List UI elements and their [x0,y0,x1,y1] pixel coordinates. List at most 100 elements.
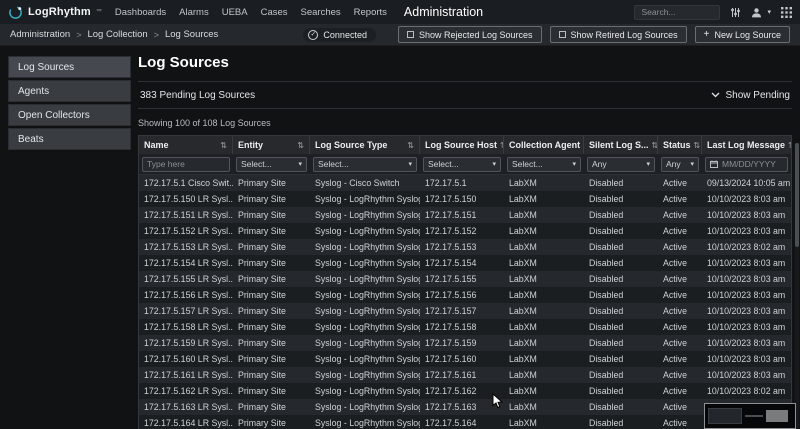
sidebar-item-beats[interactable]: Beats [8,128,131,150]
column-header-name[interactable]: Name ⇅ [139,136,233,154]
table-row[interactable]: 172.17.5.162 LR Sysl...Primary SiteSyslo… [139,383,791,399]
column-header-status[interactable]: Status⇅ [658,136,702,154]
scrollbar-thumb[interactable] [795,143,799,247]
table-row[interactable]: 172.17.5.161 LR Sysl...Primary SiteSyslo… [139,367,791,383]
cell-name: 172.17.5.156 LR Sysl... [139,290,233,300]
cell-silent: Disabled [584,258,658,268]
column-label: Last Log Message [707,140,785,150]
table-row[interactable]: 172.17.5.152 LR Sysl...Primary SiteSyslo… [139,223,791,239]
caret-down-icon: ▾ [767,8,771,16]
sort-icon[interactable]: ⇅ [220,141,227,150]
app-grid-icon[interactable] [781,7,792,18]
collection-agent-filter-select[interactable]: Select...▾ [507,157,581,172]
column-header-last-log-message[interactable]: Last Log Message⇅ [702,136,791,154]
entity-filter-select[interactable]: Select...▾ [236,157,307,172]
column-label: Collection Agent [509,140,580,150]
brand[interactable]: LogRhythm ™ [8,5,102,20]
cell-status: Active [658,402,702,412]
sort-icon[interactable]: ⇅ [788,141,791,150]
search-input[interactable] [634,5,720,20]
nav-item-cases[interactable]: Cases [261,7,288,18]
check-icon: ✓ [308,30,318,40]
cell-name: 172.17.5.153 LR Sysl... [139,242,233,252]
new-log-source-button[interactable]: + New Log Source [695,26,790,43]
table-row[interactable]: 172.17.5.154 LR Sysl...Primary SiteSyslo… [139,255,791,271]
cell-silent: Disabled [584,290,658,300]
cell-last: 10/10/2023 8:03 am [702,370,791,380]
log-source-type-filter-select[interactable]: Select...▾ [313,157,417,172]
page-title: Log Sources [138,54,792,71]
cell-agent: LabXM [504,386,584,396]
column-label: Name [144,140,169,150]
cell-host: 172.17.5.150 [420,194,504,204]
sort-icon[interactable]: ⇅ [297,141,304,150]
column-header-collection-agent[interactable]: Collection Agent⇅ [504,136,584,154]
column-header-log-source-host[interactable]: Log Source Host⇅ [420,136,504,154]
table-row[interactable]: 172.17.5.1 Cisco Swit...Primary SiteSysl… [139,175,791,191]
nav-item-reports[interactable]: Reports [354,7,387,18]
table-row[interactable]: 172.17.5.156 LR Sysl...Primary SiteSyslo… [139,287,791,303]
date-placeholder: MM/DD/YYYY [722,159,776,169]
sidebar-item-open-collectors[interactable]: Open Collectors [8,104,131,126]
cell-entity: Primary Site [233,226,310,236]
sort-icon[interactable]: ⇅ [694,141,701,150]
nav-item-searches[interactable]: Searches [301,7,341,18]
show-pending-toggle[interactable]: Show Pending [711,90,791,101]
sliders-icon[interactable] [730,7,741,18]
calendar-icon [710,160,718,168]
log-source-host-filter-select[interactable]: Select...▾ [423,157,501,172]
show-retired-log-sources-button[interactable]: Show Retired Log Sources [550,26,687,43]
breadcrumb-administration[interactable]: Administration [10,29,70,40]
cell-type: Syslog - LogRhythm Syslog Ge... [310,386,420,396]
brand-trademark: ™ [96,9,102,15]
column-header-log-source-type[interactable]: Log Source Type⇅ [310,136,420,154]
sidebar-item-log-sources[interactable]: Log Sources [8,56,131,78]
table-row[interactable]: 172.17.5.164 LR Sysl...Primary SiteSyslo… [139,415,791,429]
caret-down-icon: ▾ [690,160,694,168]
cell-agent: LabXM [504,338,584,348]
cell-name: 172.17.5.151 LR Sysl... [139,210,233,220]
table-row[interactable]: 172.17.5.159 LR Sysl...Primary SiteSyslo… [139,335,791,351]
table-row[interactable]: 172.17.5.163 LR Sysl...Primary SiteSyslo… [139,399,791,415]
name-filter-input[interactable] [142,157,230,172]
cell-name: 172.17.5.164 LR Sysl... [139,418,233,428]
cell-type: Syslog - Cisco Switch [310,178,420,188]
table-row[interactable]: 172.17.5.151 LR Sysl...Primary SiteSyslo… [139,207,791,223]
nav-item-administration-active[interactable]: Administration [404,5,483,19]
column-header-silent-log[interactable]: Silent Log S...⇅ [584,136,658,154]
cell-entity: Primary Site [233,274,310,284]
sidebar-item-agents[interactable]: Agents [8,80,131,102]
show-rejected-log-sources-button[interactable]: Show Rejected Log Sources [398,26,542,43]
cell-agent: LabXM [504,354,584,364]
nav-item-ueba[interactable]: UEBA [222,7,248,18]
table-body: 172.17.5.1 Cisco Swit...Primary SiteSysl… [139,175,791,429]
screen-preview-overlay[interactable] [704,403,796,429]
cell-host: 172.17.5.158 [420,322,504,332]
cell-type: Syslog - LogRhythm Syslog Ge... [310,226,420,236]
table-row[interactable]: 172.17.5.157 LR Sysl...Primary SiteSyslo… [139,303,791,319]
status-filter-select[interactable]: Any▾ [661,157,699,172]
silent-log-filter-select[interactable]: Any▾ [587,157,655,172]
nav-item-dashboards[interactable]: Dashboards [115,7,166,18]
column-header-entity[interactable]: Entity⇅ [233,136,310,154]
cell-silent: Disabled [584,194,658,204]
cell-host: 172.17.5.1 [420,178,504,188]
table-row[interactable]: 172.17.5.155 LR Sysl...Primary SiteSyslo… [139,271,791,287]
user-menu[interactable]: ▾ [751,7,771,18]
cell-agent: LabXM [504,210,584,220]
checkbox-icon [559,31,566,38]
vertical-scrollbar[interactable] [795,143,799,429]
cell-agent: LabXM [504,402,584,412]
last-log-date-filter[interactable]: MM/DD/YYYY [705,157,788,172]
cell-host: 172.17.5.163 [420,402,504,412]
column-label: Log Source Host [425,140,497,150]
breadcrumb-log-collection[interactable]: Log Collection [87,29,147,40]
breadcrumb-log-sources[interactable]: Log Sources [165,29,218,40]
table-row[interactable]: 172.17.5.150 LR Sysl...Primary SiteSyslo… [139,191,791,207]
sort-icon[interactable]: ⇅ [407,141,414,150]
nav-item-alarms[interactable]: Alarms [179,7,209,18]
table-row[interactable]: 172.17.5.158 LR Sysl...Primary SiteSyslo… [139,319,791,335]
cell-type: Syslog - LogRhythm Syslog Ge... [310,354,420,364]
table-row[interactable]: 172.17.5.153 LR Sysl...Primary SiteSyslo… [139,239,791,255]
table-row[interactable]: 172.17.5.160 LR Sysl...Primary SiteSyslo… [139,351,791,367]
